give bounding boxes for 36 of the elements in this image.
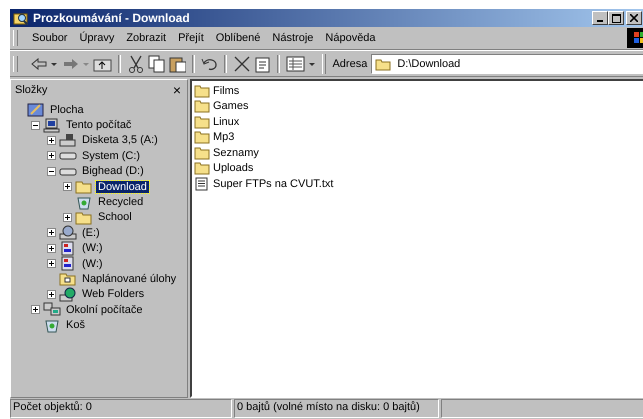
tree-item[interactable]: Tento počítač [64, 119, 134, 132]
tree-item[interactable]: Bighead (D:) [80, 165, 146, 178]
menu-item[interactable]: Úpravy [73, 32, 120, 44]
menu-item[interactable]: Přejít [172, 32, 210, 44]
menu-item[interactable]: Zobrazit [120, 32, 172, 44]
file-name[interactable]: Mp3 [213, 131, 234, 144]
menu-item[interactable]: Oblíbené [210, 32, 266, 44]
tree-item[interactable]: (W:) [80, 258, 105, 270]
menu-item[interactable]: Soubor [26, 32, 74, 44]
menu-item[interactable]: Nápověda [319, 32, 382, 44]
file-name[interactable]: Seznamy [213, 146, 259, 159]
window-title: Prozkoumávání - Download [33, 11, 190, 25]
tree-item[interactable]: School [96, 211, 134, 224]
tree-item[interactable]: System (C:) [80, 150, 142, 162]
tree-item[interactable]: Koš [64, 319, 87, 332]
address-field[interactable]: D:\Download [371, 54, 643, 74]
file-name[interactable]: Films [213, 84, 240, 97]
file-name[interactable]: Uploads [213, 162, 254, 174]
tree-item[interactable]: Plocha [48, 104, 86, 116]
menu-item[interactable]: Nástroje [266, 32, 320, 44]
tree-item[interactable]: Download [96, 180, 149, 193]
pane-title: Složky [15, 84, 48, 96]
file-name[interactable]: Games [213, 100, 248, 112]
tree-item[interactable]: Naplánované úlohy [80, 272, 178, 285]
address-label: Adresa [332, 58, 368, 70]
status-object-count: Počet objektů: 0 [10, 399, 232, 418]
file-name[interactable]: Linux [213, 116, 240, 128]
tree-item[interactable]: (E:) [80, 226, 102, 239]
tree-item[interactable]: (W:) [80, 242, 105, 254]
tree-item[interactable]: Web Folders [80, 288, 146, 300]
file-name[interactable]: Super FTPs na CVUT.txt [213, 178, 334, 190]
tree-item[interactable]: Disketa 3,5 (A:) [80, 134, 160, 146]
status-disk-info: 0 bajtů (volné místo na disku: 0 bajtů) [234, 399, 439, 418]
tree-item[interactable]: Okolní počítače [64, 304, 144, 316]
pane-close-button[interactable]: × [172, 82, 181, 98]
tree-item[interactable]: Recycled [96, 196, 146, 208]
